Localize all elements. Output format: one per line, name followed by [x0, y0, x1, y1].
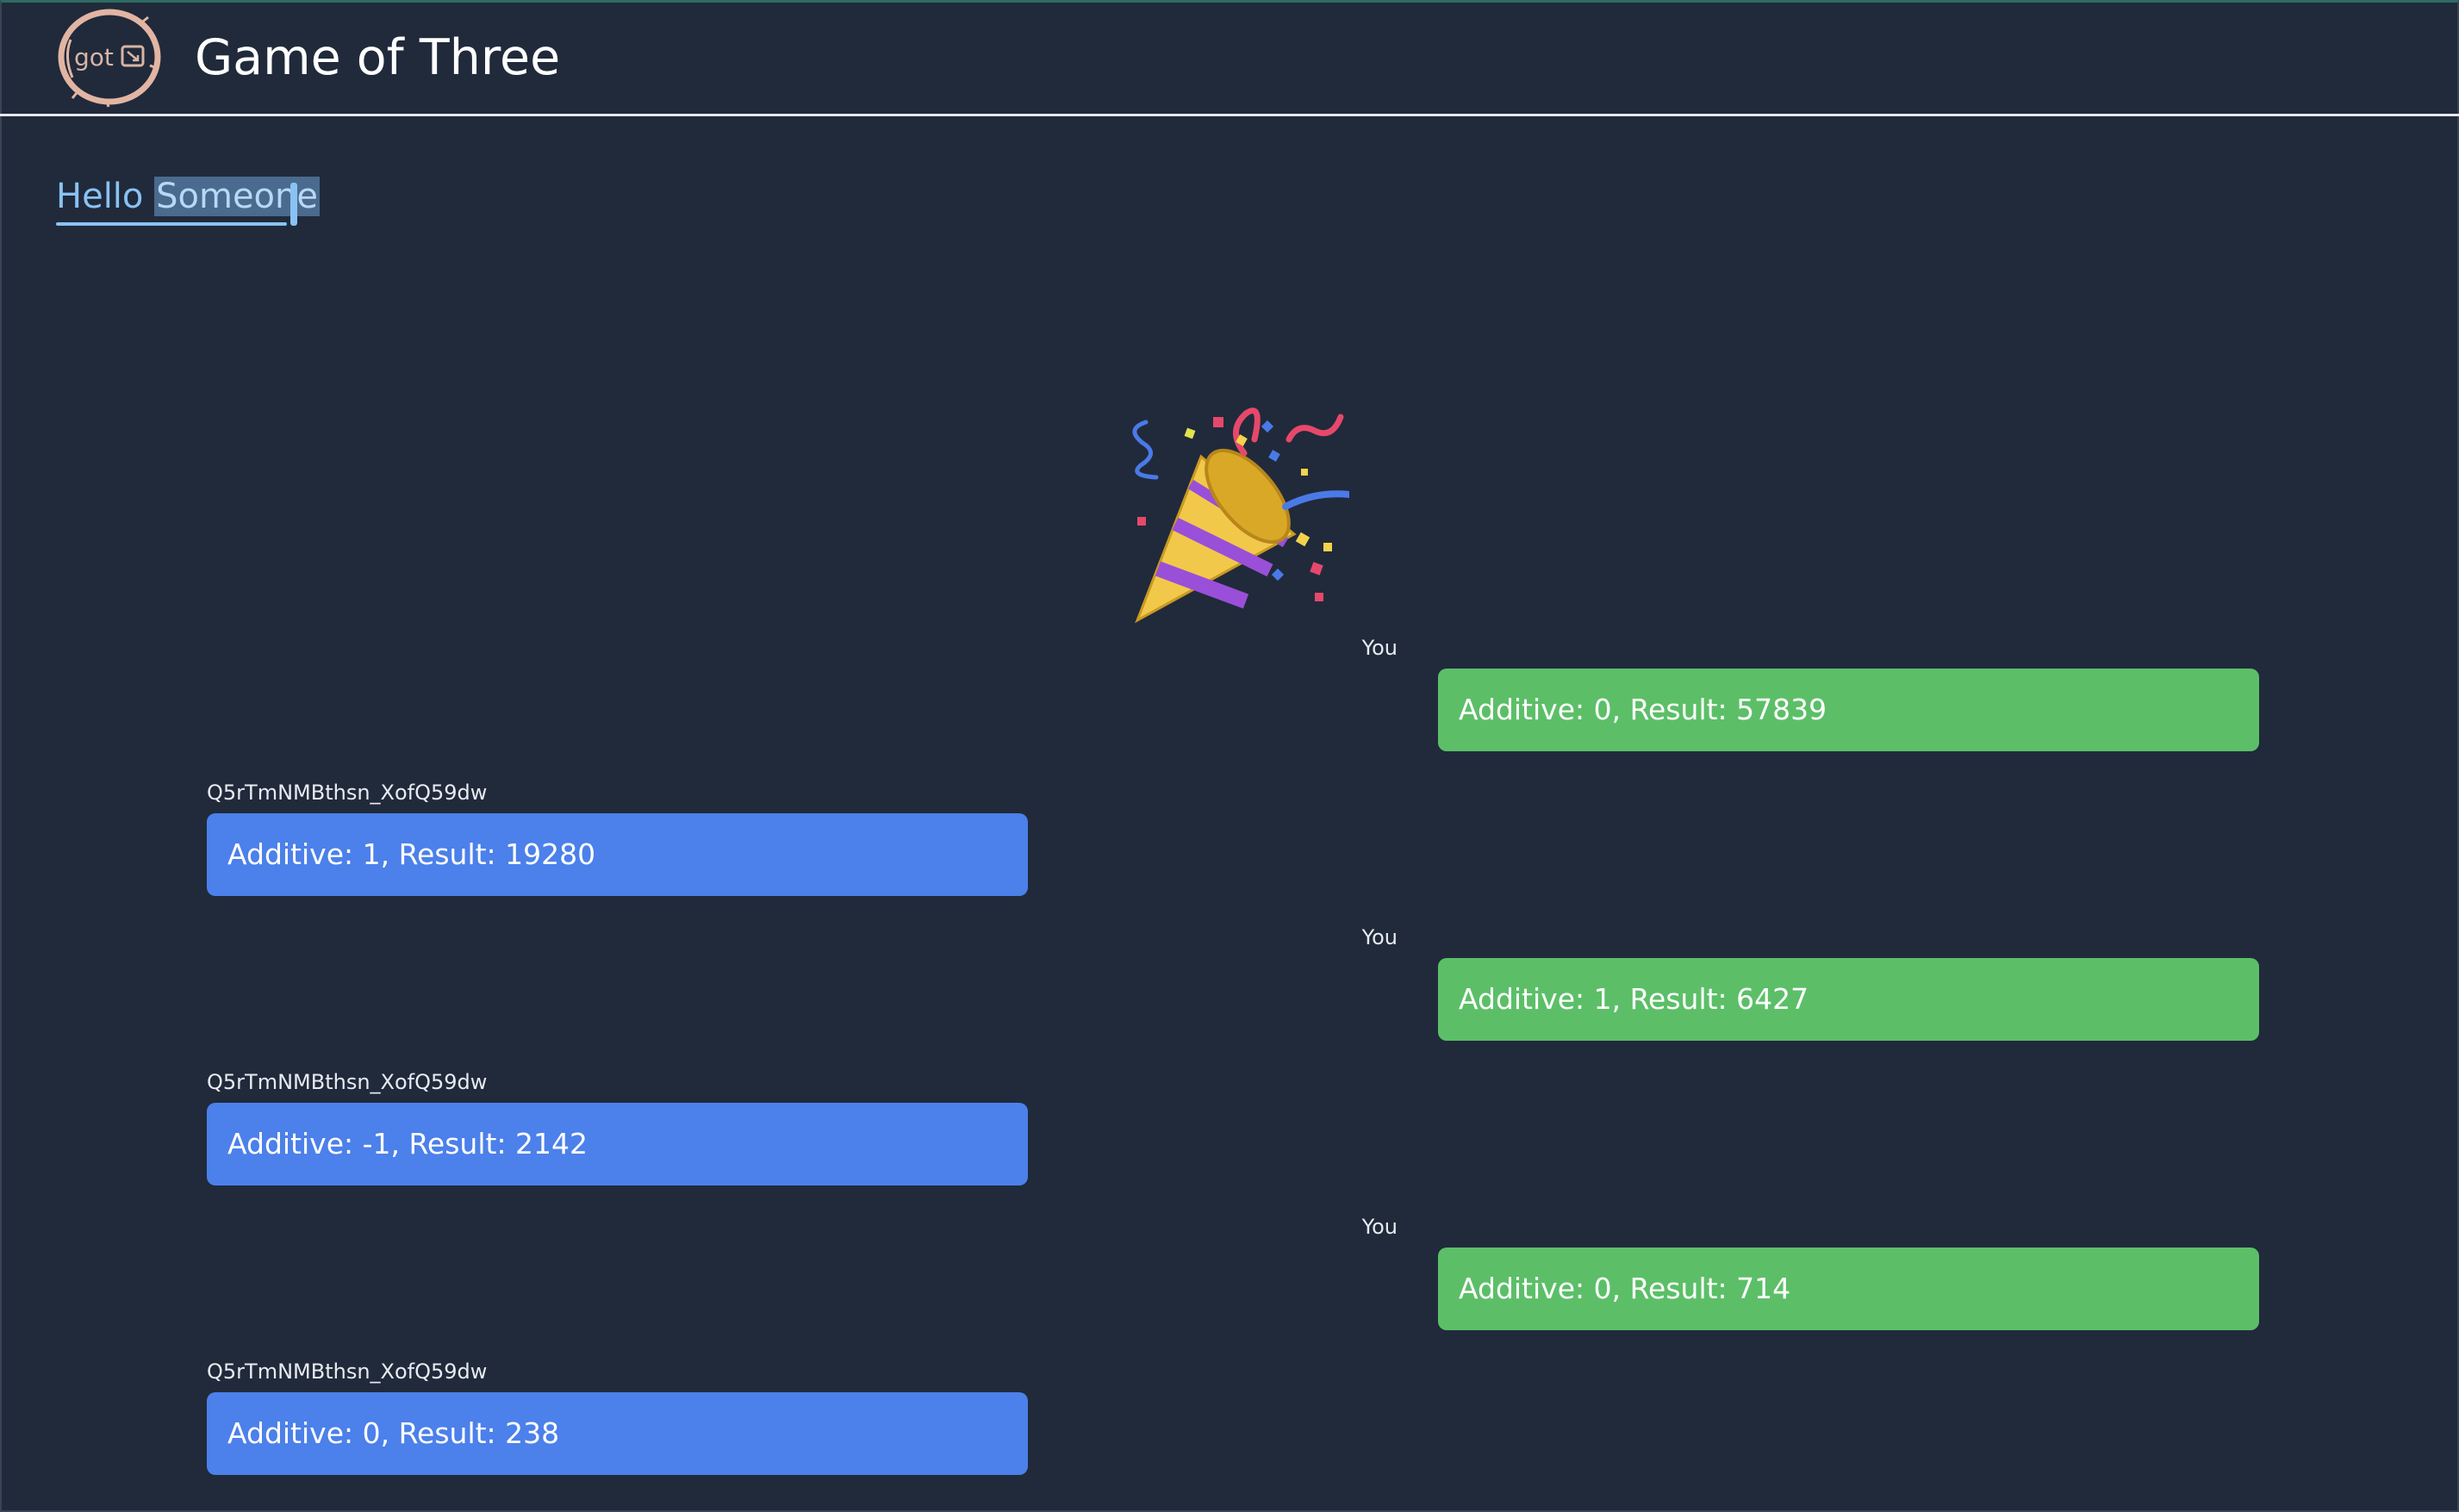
greeting[interactable]: Hello Someone [56, 172, 320, 226]
move-sender: You [1361, 1215, 1398, 1239]
app-header: got Game of Three [0, 0, 2459, 116]
app-logo[interactable]: got [53, 5, 165, 109]
greeting-underline [56, 222, 287, 226]
move-sender: Q5rTmNMBthsn_XofQ59dw [207, 1360, 488, 1384]
move-bubble-opponent: Additive: -1, Result: 2142 [207, 1103, 1028, 1185]
greeting-hello: Hello [56, 177, 155, 216]
move-bubble-opponent: Additive: 1, Result: 19280 [207, 813, 1028, 896]
move-sender: You [1361, 636, 1398, 660]
move-sender: Q5rTmNMBthsn_XofQ59dw [207, 1070, 488, 1094]
party-popper-icon [1117, 405, 1349, 629]
move-sender: Q5rTmNMBthsn_XofQ59dw [207, 781, 488, 805]
move-bubble-mine: Additive: 0, Result: 714 [1438, 1248, 2259, 1330]
move-bubble-mine: Additive: 1, Result: 6427 [1438, 958, 2259, 1041]
logo-icon: got [58, 9, 161, 108]
app-title: Game of Three [195, 29, 561, 86]
move-bubble-opponent: Additive: 0, Result: 238 [207, 1392, 1028, 1475]
logo-text: got [74, 43, 114, 72]
move-bubble-mine: Additive: 0, Result: 57839 [1438, 669, 2259, 751]
move-sender: You [1361, 925, 1398, 949]
text-caret [290, 183, 297, 226]
